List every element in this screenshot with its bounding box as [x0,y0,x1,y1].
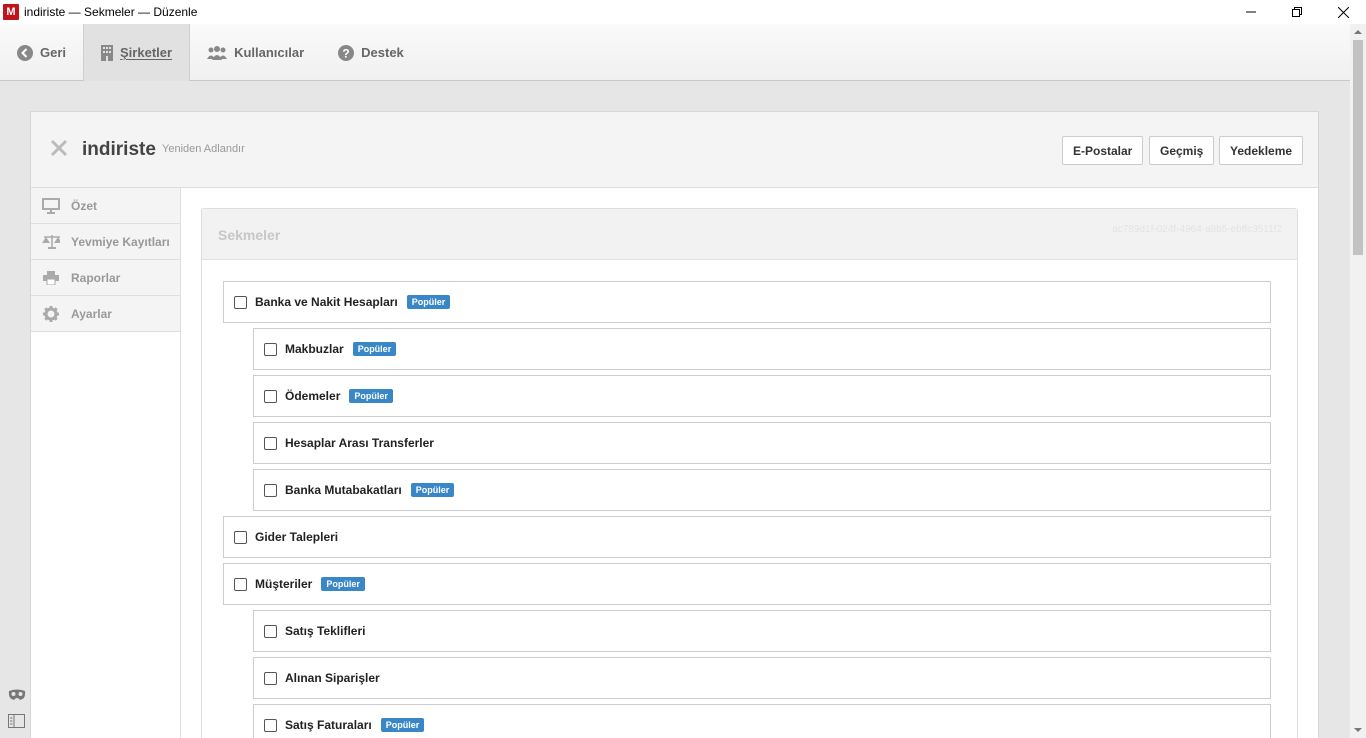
scroll-up-icon[interactable] [1354,30,1362,34]
tab-row[interactable]: Hesaplar Arası Transferler [253,422,1271,464]
side-item-settings[interactable]: Ayarlar [31,296,180,332]
side-item-reports[interactable]: Raporlar [31,260,180,296]
tab-label: Ödemeler [285,389,341,403]
restore-button[interactable] [1274,0,1320,24]
tabs-panel: Sekmeler ac789d1f-024f-4964-a8b5-ebffc35… [201,208,1298,738]
print-icon [42,270,60,285]
tab-checkbox[interactable] [234,295,247,309]
tab-row[interactable]: Satış Teklifleri [253,610,1271,652]
minimize-icon [1246,11,1256,13]
tab-checkbox[interactable] [264,483,277,497]
panel-title: Sekmeler [218,227,281,243]
app-icon: M [3,4,19,20]
panel-header: Sekmeler ac789d1f-024f-4964-a8b5-ebffc35… [202,209,1297,260]
tab-row[interactable]: Müşteriler Popüler [223,563,1271,605]
card-header: indiriste Yeniden Adlandır E-Postalar Ge… [31,112,1318,188]
gear-icon [42,305,60,322]
rename-link[interactable]: Yeniden Adlandır [162,143,245,155]
popular-badge: Popüler [352,342,397,356]
restore-icon [1292,7,1302,17]
tab-label: Satış Teklifleri [285,624,366,638]
tab-row[interactable]: Alınan Siparişler [253,657,1271,699]
nav-users-label: Kullanıcılar [234,45,305,60]
close-icon [1337,6,1349,18]
title-bar: M indiriste — Sekmeler — Düzenle [0,0,1366,24]
close-window-button[interactable] [1320,0,1366,24]
close-company-icon[interactable] [50,139,68,162]
tab-label: Gider Talepleri [255,530,339,544]
tab-label: Alınan Siparişler [285,671,380,685]
side-menu: Özet Yevmiye Kayıtları Raporlar Ayarlar [31,188,181,738]
tab-checkbox[interactable] [264,342,277,356]
tab-checkbox[interactable] [264,436,277,450]
tab-row[interactable]: Makbuzlar Popüler [253,328,1271,370]
history-button[interactable]: Geçmiş [1149,136,1215,165]
scroll-thumb[interactable] [1353,40,1363,255]
building-icon [101,44,114,61]
tab-label: Banka Mutabakatları [285,483,402,497]
nav-companies[interactable]: Şirketler [83,24,191,81]
users-icon [207,45,228,60]
svg-text:?: ? [342,46,349,60]
side-item-reports-label: Raporlar [71,270,121,285]
nav-companies-label: Şirketler [120,45,173,60]
tab-row[interactable]: Banka Mutabakatları Popüler [253,469,1271,511]
nav-back[interactable]: Geri [0,24,83,81]
popular-badge: Popüler [380,718,425,732]
nav-support-label: Destek [361,45,404,60]
company-name: indiriste [82,139,156,160]
sidebar-toggle-icon[interactable] [8,714,26,733]
popular-badge: Popüler [406,295,451,309]
tab-checkbox[interactable] [234,577,247,591]
nav-back-label: Geri [40,45,67,60]
side-item-summary[interactable]: Özet [31,188,180,224]
presentation-icon [42,197,60,214]
tab-checkbox[interactable] [264,389,277,403]
side-item-summary-label: Özet [71,198,98,213]
tab-row[interactable]: Gider Talepleri [223,516,1271,558]
tab-label: Satış Faturaları [285,718,372,732]
company-card: indiriste Yeniden Adlandır E-Postalar Ge… [30,111,1319,738]
emails-button[interactable]: E-Postalar [1062,136,1144,165]
vertical-scrollbar[interactable] [1350,24,1366,738]
tab-checkbox[interactable] [264,718,277,732]
popular-badge: Popüler [321,577,365,591]
tab-row[interactable]: Satış Faturaları Popüler [253,704,1271,738]
backup-button[interactable]: Yedekleme [1219,136,1304,165]
side-item-journal-label: Yevmiye Kayıtları [71,234,170,249]
tab-checkbox[interactable] [264,624,277,638]
popular-badge: Popüler [349,389,393,403]
tab-label: Banka ve Nakit Hesapları [255,295,398,309]
side-item-settings-label: Ayarlar [71,306,112,321]
bottom-toolbar [8,688,26,733]
tab-row[interactable]: Ödemeler Popüler [253,375,1271,417]
back-arrow-icon [17,44,33,61]
nav-users[interactable]: Kullanıcılar [190,24,321,81]
minimize-button[interactable] [1228,0,1274,24]
tab-checkbox[interactable] [264,671,277,685]
window-title: indiriste — Sekmeler — Düzenle [24,5,198,19]
balance-scale-icon [42,234,60,249]
top-nav: Geri Şirketler Kullanıcılar ? Destek [0,24,1350,81]
tab-row[interactable]: Banka ve Nakit Hesapları Popüler [223,281,1271,323]
question-icon: ? [338,44,355,61]
panel-id: ac789d1f-024f-4964-a8b5-ebffc3511f2 [1112,224,1282,235]
mask-icon[interactable] [8,688,26,706]
scroll-down-icon[interactable] [1354,728,1362,732]
tab-label: Hesaplar Arası Transferler [285,436,434,450]
tab-label: Müşteriler [255,577,313,591]
nav-support[interactable]: ? Destek [321,24,421,81]
popular-badge: Popüler [410,483,455,497]
side-item-journal[interactable]: Yevmiye Kayıtları [31,224,180,260]
tab-label: Makbuzlar [285,342,344,356]
tab-checkbox[interactable] [234,530,247,544]
